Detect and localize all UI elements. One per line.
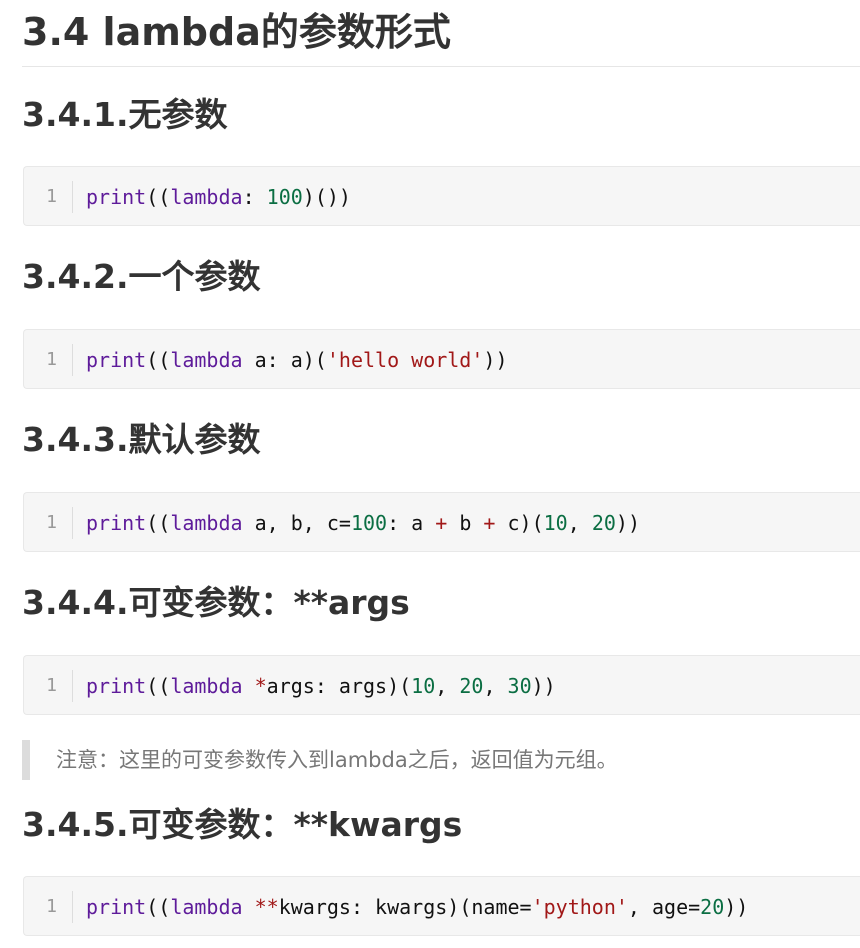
code-line[interactable]: print((lambda a, b, c=100: a + b + c)(10…: [86, 508, 640, 538]
code-token: lambda: [170, 895, 243, 919]
code-token: : a: [387, 511, 436, 535]
code-token: 20: [591, 511, 616, 535]
code-token: print: [86, 185, 147, 209]
code-token: print: [86, 674, 147, 698]
code-token: a: a)(: [242, 348, 327, 372]
gutter-divider: [72, 344, 73, 376]
code-token: ((: [146, 895, 171, 919]
line-number: 1: [46, 349, 57, 370]
code-token: print: [86, 511, 147, 535]
code-token: ((: [146, 674, 171, 698]
code-token: b: [447, 511, 484, 535]
code-token: 10: [543, 511, 568, 535]
code-line[interactable]: print((lambda a: a)('hello world')): [86, 345, 508, 375]
code-token: lambda: [170, 674, 243, 698]
code-block-default-params[interactable]: 1 print((lambda a, b, c=100: a + b + c)(…: [23, 492, 860, 552]
code-token: +: [435, 511, 448, 535]
code-token: , age=: [627, 895, 701, 919]
code-block-var-kwargs[interactable]: 1 print((lambda **kwargs: kwargs)(name='…: [23, 876, 860, 936]
code-block-no-params[interactable]: 1 print((lambda: 100)()): [23, 166, 860, 226]
code-token: lambda: [170, 185, 243, 209]
gutter-divider: [72, 507, 73, 539]
section-heading-one-param: 3.4.2.一个参数: [22, 257, 261, 296]
code-token: ,: [435, 674, 460, 698]
code-token: )): [724, 895, 749, 919]
gutter-divider: [72, 670, 73, 702]
code-line[interactable]: print((lambda **kwargs: kwargs)(name='py…: [86, 892, 748, 922]
code-token: ((: [146, 511, 171, 535]
code-token: print: [86, 348, 147, 372]
code-token: lambda: [170, 511, 243, 535]
gutter-divider: [72, 181, 73, 213]
code-line[interactable]: print((lambda: 100)()): [86, 182, 351, 212]
line-number: 1: [46, 675, 57, 696]
code-token: 20: [459, 674, 484, 698]
note-blockquote: 注意：这里的可变参数传入到lambda之后，返回值为元组。: [22, 740, 860, 780]
code-token: +: [483, 511, 496, 535]
code-token: :: [242, 185, 267, 209]
title-divider: [22, 66, 860, 67]
section-heading-var-kwargs: 3.4.5.可变参数：**kwargs: [22, 805, 463, 844]
article-page: 3.4 lambda的参数形式 3.4.1.无参数 1 print((lambd…: [0, 0, 860, 948]
line-number: 1: [46, 186, 57, 207]
code-token: lambda: [170, 348, 243, 372]
code-token: *: [254, 674, 267, 698]
code-token: )()): [302, 185, 351, 209]
code-token: )): [531, 674, 556, 698]
code-token: 'python': [531, 895, 628, 919]
code-token: 20: [700, 895, 725, 919]
code-token: 100: [350, 511, 388, 535]
code-token: args: args)(: [266, 674, 412, 698]
gutter-divider: [72, 891, 73, 923]
code-token: 'hello world': [326, 348, 484, 372]
section-heading-no-params: 3.4.1.无参数: [22, 95, 228, 134]
code-block-var-args[interactable]: 1 print((lambda *args: args)(10, 20, 30)…: [23, 655, 860, 715]
section-heading-var-args: 3.4.4.可变参数：**args: [22, 583, 410, 622]
blockquote-bar: [22, 740, 30, 780]
line-number: 1: [46, 512, 57, 533]
code-token: ((: [146, 348, 171, 372]
code-token: kwargs: kwargs)(name=: [278, 895, 532, 919]
code-token: ,: [567, 511, 592, 535]
code-token: ((: [146, 185, 171, 209]
code-line[interactable]: print((lambda *args: args)(10, 20, 30)): [86, 671, 556, 701]
code-block-one-param[interactable]: 1 print((lambda a: a)('hello world')): [23, 329, 860, 389]
line-number: 1: [46, 896, 57, 917]
code-token: a, b, c=: [242, 511, 351, 535]
code-token: 10: [411, 674, 436, 698]
code-token: c)(: [495, 511, 544, 535]
code-token: **: [254, 895, 279, 919]
page-title: 3.4 lambda的参数形式: [22, 10, 451, 54]
code-token: print: [86, 895, 147, 919]
section-heading-default-params: 3.4.3.默认参数: [22, 420, 261, 459]
code-token: ,: [483, 674, 508, 698]
code-token: 100: [266, 185, 303, 209]
note-text: 注意：这里的可变参数传入到lambda之后，返回值为元组。: [56, 748, 618, 772]
code-token: 30: [507, 674, 532, 698]
code-token: )): [483, 348, 508, 372]
code-token: )): [615, 511, 640, 535]
